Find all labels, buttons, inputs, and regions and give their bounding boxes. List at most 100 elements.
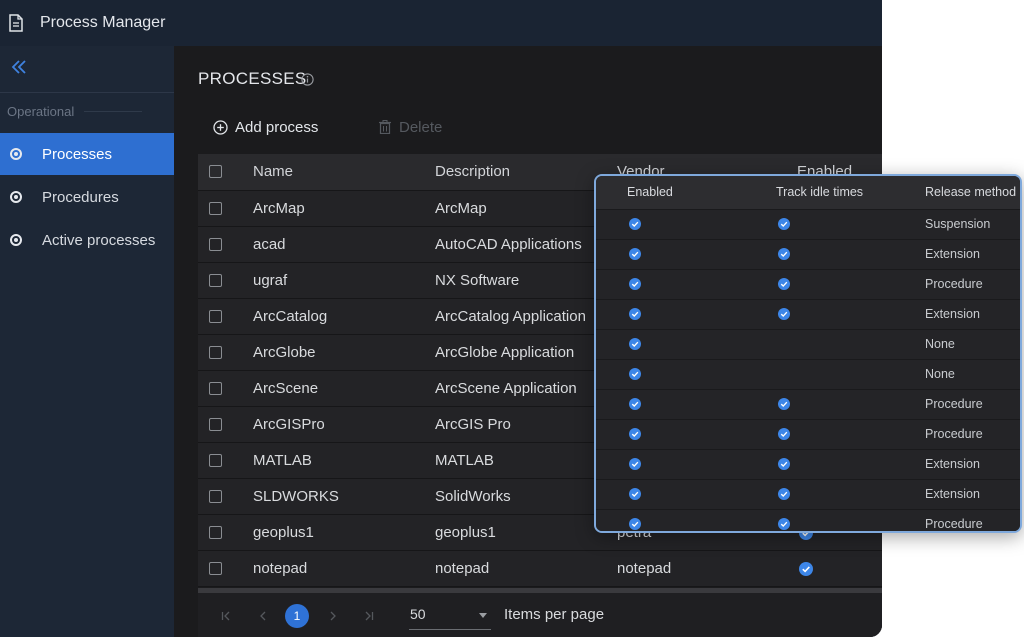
cell-description: MATLAB	[435, 452, 494, 469]
overlay-row[interactable]: Procedure	[596, 270, 1020, 300]
section-divider	[84, 111, 142, 112]
release-method-cell: Extension	[925, 487, 980, 501]
cell-name: ArcGlobe	[253, 344, 316, 361]
track-idle-check-icon	[778, 248, 790, 260]
overlay-row[interactable]: Procedure	[596, 390, 1020, 420]
track-idle-check-icon	[778, 518, 790, 530]
release-method-cell: Procedure	[925, 517, 983, 531]
release-method-cell: Extension	[925, 457, 980, 471]
app-title: Process Manager	[40, 14, 166, 31]
enabled-check-icon	[629, 248, 641, 260]
overlay-row[interactable]: Procedure	[596, 510, 1020, 531]
sidebar-item-label: Processes	[42, 145, 113, 163]
track-idle-check-icon	[778, 218, 790, 230]
enabled-check-icon	[629, 368, 641, 380]
next-page-icon[interactable]	[328, 611, 338, 621]
release-method-cell: Procedure	[925, 277, 983, 291]
page-size-value: 50	[410, 606, 426, 622]
release-method-cell: None	[925, 367, 955, 381]
track-idle-check-icon	[778, 428, 790, 440]
row-checkbox[interactable]	[209, 454, 222, 467]
overlay-row[interactable]: Extension	[596, 450, 1020, 480]
enabled-check-icon	[629, 518, 641, 530]
sidebar-item-active-processes[interactable]: Active processes	[0, 219, 174, 261]
overlay-header-enabled[interactable]: Enabled	[627, 176, 673, 209]
row-checkbox[interactable]	[209, 526, 222, 539]
track-idle-check-icon	[778, 398, 790, 410]
track-idle-check-icon	[778, 488, 790, 500]
radio-icon	[10, 148, 22, 160]
row-checkbox[interactable]	[209, 382, 222, 395]
cell-description: ArcScene Application	[435, 380, 577, 397]
overlay-row[interactable]: Extension	[596, 480, 1020, 510]
page-size-select[interactable]: 50	[409, 601, 491, 630]
sidebar-section-label: Operational	[7, 104, 75, 119]
release-method-cell: Procedure	[925, 427, 983, 441]
add-circle-icon	[213, 119, 228, 135]
page-size-label: Items per page	[504, 606, 605, 623]
overlay-row[interactable]: Extension	[596, 300, 1020, 330]
radio-icon	[10, 234, 22, 246]
delete-button[interactable]: Delete	[379, 116, 442, 138]
overlay-row[interactable]: Suspension	[596, 210, 1020, 240]
sidebar-item-processes[interactable]: Processes	[0, 133, 174, 175]
release-method-cell: Procedure	[925, 397, 983, 411]
release-method-cell: Extension	[925, 307, 980, 321]
cell-description: ArcGlobe Application	[435, 344, 575, 361]
overlay-row[interactable]: None	[596, 360, 1020, 390]
overlay-row[interactable]: None	[596, 330, 1020, 360]
cell-name: geoplus1	[253, 524, 314, 541]
track-idle-check-icon	[778, 278, 790, 290]
pagination-bar: 1 50 Items per page	[198, 588, 882, 637]
overlay-header-release-method[interactable]: Release method	[925, 176, 1016, 209]
cell-description: ArcCatalog Application	[435, 308, 586, 325]
column-header-name[interactable]: Name	[253, 154, 293, 190]
track-idle-check-icon	[778, 308, 790, 320]
page-number-button[interactable]: 1	[285, 604, 309, 628]
overlay-row[interactable]: Extension	[596, 240, 1020, 270]
row-checkbox[interactable]	[209, 490, 222, 503]
enabled-check-icon	[799, 562, 813, 576]
title-bar: Process Manager	[0, 0, 882, 46]
track-idle-check-icon	[778, 458, 790, 470]
cell-description: ArcGIS Pro	[435, 416, 511, 433]
previous-page-icon[interactable]	[258, 611, 268, 621]
sidebar-item-label: Active processes	[42, 231, 156, 249]
radio-icon	[10, 191, 22, 203]
select-all-checkbox[interactable]	[209, 165, 222, 178]
cell-description: notepad	[435, 560, 490, 577]
first-page-icon[interactable]	[221, 611, 231, 621]
enabled-check-icon	[629, 338, 641, 350]
cell-vendor: notepad	[617, 560, 672, 577]
release-method-cell: None	[925, 337, 955, 351]
caret-down-icon	[479, 613, 487, 618]
table-row[interactable]: notepad notepad notepad	[198, 551, 882, 587]
sidebar-item-procedures[interactable]: Procedures	[0, 176, 174, 218]
row-checkbox[interactable]	[209, 310, 222, 323]
overlay-row[interactable]: Procedure	[596, 420, 1020, 450]
column-header-description[interactable]: Description	[435, 154, 510, 190]
row-checkbox[interactable]	[209, 274, 222, 287]
release-method-cell: Suspension	[925, 217, 991, 231]
row-checkbox[interactable]	[209, 562, 222, 575]
delete-label: Delete	[399, 118, 443, 136]
info-icon[interactable]	[301, 73, 314, 86]
last-page-icon[interactable]	[364, 611, 374, 621]
add-process-button[interactable]: Add process	[213, 116, 318, 138]
collapse-sidebar-icon[interactable]	[10, 58, 28, 76]
row-checkbox[interactable]	[209, 418, 222, 431]
overlay-header-track-idle-times[interactable]: Track idle times	[776, 176, 863, 209]
trash-icon	[379, 120, 391, 134]
row-checkbox[interactable]	[209, 346, 222, 359]
cell-name: notepad	[253, 560, 308, 577]
cell-description: NX Software	[435, 272, 520, 289]
enabled-check-icon	[629, 218, 641, 230]
sidebar-item-label: Procedures	[42, 188, 119, 206]
row-checkbox[interactable]	[209, 238, 222, 251]
row-checkbox[interactable]	[209, 202, 222, 215]
cell-description: geoplus1	[435, 524, 496, 541]
cell-name: ArcMap	[253, 200, 305, 217]
cell-name: ArcScene	[253, 380, 319, 397]
cell-name: ArcGISPro	[253, 416, 325, 433]
add-process-label: Add process	[235, 118, 319, 136]
